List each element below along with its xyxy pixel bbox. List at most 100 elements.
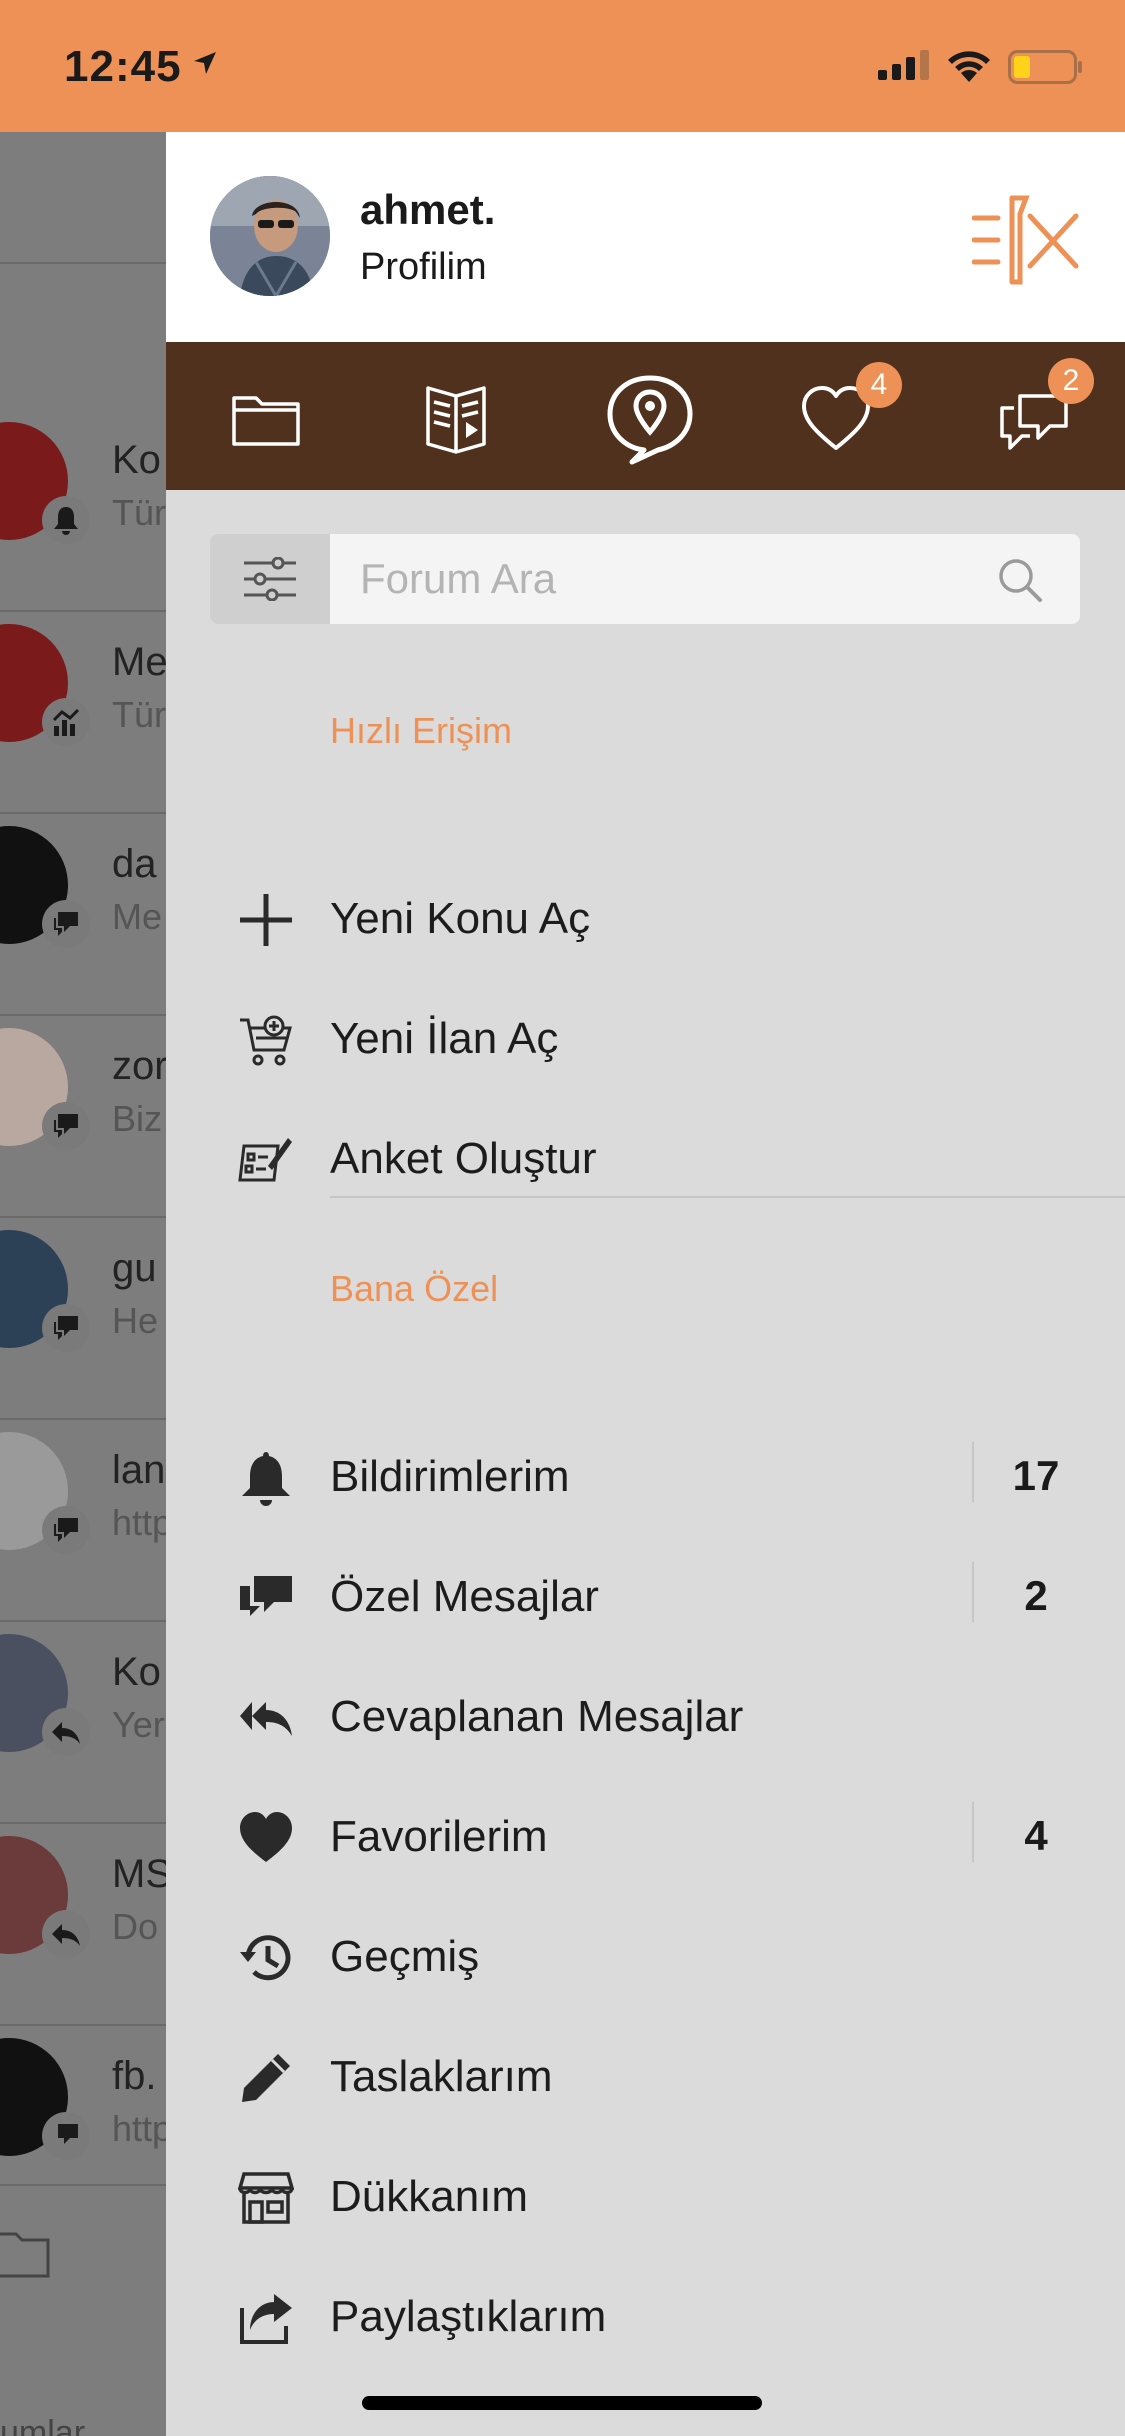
chat-icon [42,1506,90,1554]
drawer-icon-bar: 4 2 [166,342,1125,490]
store-icon [238,2172,294,2224]
list-item[interactable]: lan http [0,1432,166,1632]
count-separator [972,1802,974,1862]
location-arrow-icon [194,52,216,74]
filter-button[interactable] [210,534,330,624]
menu-item-label: Taslaklarım [330,2052,553,2101]
section-title-quick-access: Hızlı Erişim [330,710,512,751]
list-item[interactable]: Ko Tür [0,422,166,622]
reply-all-icon [240,1702,292,1736]
bg-divider [0,812,166,814]
menu-item-label: Anket Oluştur [330,1134,597,1183]
favorites-count: 4 [1024,1812,1048,1859]
bg-divider [0,2184,166,2186]
search-bar [210,534,1080,624]
wifi-icon [948,51,990,82]
menu-item-label: Yeni Konu Aç [330,894,591,943]
bg-row-title: gu [112,1246,157,1290]
profile-link[interactable]: Profilim [360,246,487,289]
bg-row-title: fb. [112,2054,157,2098]
bg-row-title: lan [112,1448,166,1492]
location-chat-icon[interactable] [602,370,698,466]
bg-row-subtitle: Yer [112,1704,165,1745]
folder-icon [0,2232,50,2278]
menu-item-replied-messages[interactable]: Cevaplanan Mesajlar [166,1662,1125,1762]
menu-item-my-store[interactable]: Dükkanım [166,2142,1125,2242]
search-input[interactable] [330,534,1010,624]
bg-row-subtitle: Tür [112,492,166,533]
bg-divider [0,1216,166,1218]
chart-icon [42,698,90,746]
menu-item-new-topic[interactable]: Yeni Konu Aç [166,864,1125,964]
count-separator [972,1562,974,1622]
bg-row-title: Ko [112,1650,161,1694]
plus-icon [240,894,292,946]
chat-icon [42,1102,90,1150]
bg-row-subtitle: He [112,1300,159,1341]
bg-divider [0,610,166,612]
menu-item-label: Favorilerim [330,1812,548,1861]
bg-row-subtitle: http [112,2108,166,2149]
bg-divider [0,1418,166,1420]
folder-icon[interactable] [226,378,306,458]
bg-divider [0,2024,166,2026]
bg-row-subtitle: Tür [112,694,166,735]
bell-icon [242,1452,290,1506]
bg-row-title: zor [112,1044,166,1088]
menu-item-new-listing[interactable]: Yeni İlan Aç [166,984,1125,1084]
menu-item-drafts[interactable]: Taslaklarım [166,2022,1125,2122]
status-bar: 12:45 [0,0,1125,132]
list-item[interactable]: Ko Yer [0,1634,166,1834]
close-menu-icon[interactable] [972,190,1082,290]
list-item[interactable]: zor Biz [0,1028,166,1228]
bg-divider [0,1620,166,1622]
list-item[interactable]: gu He [0,1230,166,1430]
list-item[interactable]: MS Do [0,1836,166,2036]
share-icon [240,2294,292,2344]
reply-all-icon [42,1708,90,1756]
pencil-icon [242,2054,290,2102]
section-title-personal: Bana Özel [330,1268,499,1309]
profile-username[interactable]: ahmet. [360,186,495,234]
bg-divider [0,262,166,264]
battery-icon [1008,50,1082,84]
chat-icon [42,1304,90,1352]
menu-item-label: Geçmiş [330,1932,480,1981]
bg-row-subtitle: Me [112,896,163,937]
menu-item-label: Yeni İlan Aç [330,1014,559,1063]
notifications-count: 17 [1012,1452,1060,1499]
list-item[interactable]: Me Tür [0,624,166,824]
bg-divider [0,1014,166,1016]
home-indicator[interactable] [362,2396,762,2410]
status-time: 12:45 [64,42,182,91]
book-icon[interactable] [416,378,496,458]
menu-item-label: Bildirimlerim [330,1452,570,1501]
menu-item-label: Özel Mesajlar [330,1572,599,1621]
search-icon[interactable] [996,556,1044,604]
chat-icon [42,900,90,948]
heart-icon [240,1812,292,1862]
side-drawer: ahmet. Profilim 4 2 Forum Ara Hızlı Eriş… [166,132,1125,2436]
bg-row-subtitle: http [112,1502,166,1543]
bg-row-title: Me [112,640,166,684]
menu-item-history[interactable]: Geçmiş [166,1902,1125,2002]
filter-sliders-icon [244,557,296,601]
menu-item-label: Cevaplanan Mesajlar [330,1692,744,1741]
profile-header[interactable]: ahmet. Profilim [166,132,1125,342]
menu-item-favorites[interactable]: Favorilerim 4 [166,1782,1125,1882]
chat-icon [42,2112,90,2160]
menu-item-label: Paylaştıklarım [330,2292,607,2341]
menu-item-private-messages[interactable]: Özel Mesajlar 2 [166,1542,1125,1642]
menu-item-create-poll[interactable]: Anket Oluştur [166,1104,1125,1204]
list-item[interactable]: fb. http [0,2038,166,2238]
menu-item-shared[interactable]: Paylaştıklarım [166,2262,1125,2362]
list-item[interactable]: da Me [0,826,166,1026]
avatar[interactable] [210,176,330,296]
reply-all-icon [42,1910,90,1958]
bg-tab-label: umlar [0,2414,86,2436]
menu-item-notifications[interactable]: Bildirimlerim 17 [166,1422,1125,1522]
menu-item-label: Dükkanım [330,2172,529,2221]
poll-icon [238,1138,292,1182]
count-separator [972,1442,974,1502]
favorites-badge: 4 [856,362,902,408]
